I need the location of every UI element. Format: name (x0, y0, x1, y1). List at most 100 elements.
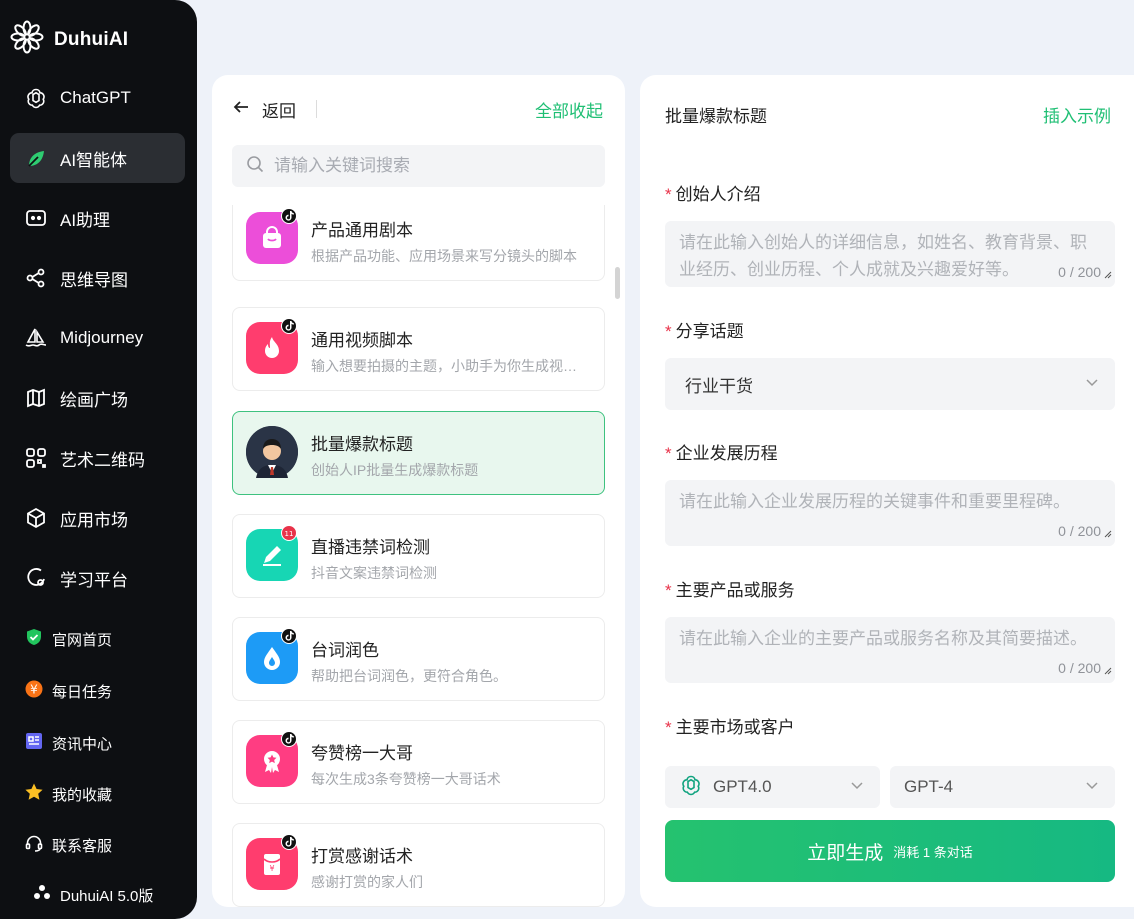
robot-face-icon (24, 206, 48, 230)
products-field-box: 0 / 200 (665, 617, 1115, 683)
nav-ai-assistant[interactable]: AI助理 (10, 193, 185, 243)
nav-painting-square[interactable]: 绘画广场 (10, 373, 185, 423)
agent-card-title: 通用视频脚本 (311, 331, 413, 350)
agent-card-title: 直播违禁词检测 (311, 538, 430, 557)
nav-midjourney[interactable]: Midjourney (10, 313, 185, 363)
nav-label: 思维导图 (60, 270, 128, 290)
insert-example-button[interactable]: 插入示例 (1043, 102, 1111, 127)
agent-card[interactable]: 夸赞榜一大哥 每次生成3条夸赞榜一大哥话术 (232, 720, 605, 804)
subnav-news[interactable]: 资讯中心 (24, 728, 112, 758)
resize-grip-icon[interactable] (1104, 266, 1112, 284)
subnav-label: 联系客服 (52, 837, 113, 855)
tiktok-badge-icon (281, 628, 297, 644)
learning-icon (24, 566, 48, 590)
tiktok-badge-icon (281, 208, 297, 224)
subnav-favorites[interactable]: 我的收藏 (24, 779, 112, 809)
svg-text:¥: ¥ (269, 864, 274, 873)
generate-label: 立即生成 (807, 842, 884, 864)
arrow-left-icon (232, 98, 250, 121)
model-select-right[interactable]: GPT-4 (890, 766, 1115, 808)
search-box (232, 145, 605, 187)
subnav-homepage[interactable]: 官网首页 (24, 624, 112, 654)
agent-card-title: 批量爆款标题 (311, 435, 413, 454)
resize-grip-icon[interactable] (1104, 662, 1112, 680)
nav-art-qrcode[interactable]: 艺术二维码 (10, 433, 185, 483)
required-mark: * (665, 444, 672, 463)
history-textarea[interactable] (665, 480, 1115, 546)
model-right-value: GPT-4 (904, 777, 954, 796)
form-title: 批量爆款标题 (665, 107, 767, 126)
topic-select[interactable]: 行业干货 (665, 358, 1115, 410)
generate-cost: 消耗 1 条对话 (893, 844, 973, 860)
tiktok-badge-icon (281, 834, 297, 850)
leaf-agent-icon (24, 146, 48, 170)
search-input[interactable] (274, 156, 594, 176)
agent-card[interactable]: 产品通用剧本 根据产品功能、应用场景来写分镜头的脚本 (232, 205, 605, 281)
agent-card-desc: 根据产品功能、应用场景来写分镜头的脚本 (311, 248, 577, 264)
collapse-all-button[interactable]: 全部收起 (535, 97, 603, 122)
products-label: * 主要产品或服务 (665, 581, 795, 600)
coin-task-icon: ¥ (24, 679, 44, 704)
subnav-daily-task[interactable]: ¥ 每日任务 (24, 676, 112, 706)
chevron-down-icon (1085, 375, 1099, 394)
tiktok-badge-icon (281, 318, 297, 334)
model-select-left[interactable]: GPT4.0 (665, 766, 880, 808)
header-divider (316, 100, 317, 118)
required-mark: * (665, 581, 672, 600)
nav-label: AI助理 (60, 210, 111, 230)
nav-mindmap[interactable]: 思维导图 (10, 253, 185, 303)
agent-card-title: 台词润色 (311, 641, 379, 660)
nav-label: 应用市场 (60, 510, 128, 530)
resize-grip-icon[interactable] (1104, 525, 1112, 543)
agent-list-panel: 返回 全部收起 产品通用剧本 根据产品功能、应用场景来写分镜头的脚本 (212, 75, 625, 907)
star-icon (24, 782, 44, 807)
generate-button[interactable]: 立即生成 消耗 1 条对话 (665, 820, 1115, 882)
version-info[interactable]: DuhuiAI 5.0版 (32, 883, 153, 908)
history-field-box: 0 / 200 (665, 480, 1115, 546)
chevron-down-icon (850, 778, 864, 797)
founder-label: * 创始人介绍 (665, 185, 761, 204)
agent-card-desc: 每次生成3条夸赞榜一大哥话术 (311, 771, 501, 787)
nav-app-market[interactable]: 应用市场 (10, 493, 185, 543)
agent-card[interactable]: 台词润色 帮助把台词润色，更符合角色。 (232, 617, 605, 701)
nav-label: Midjourney (60, 328, 144, 347)
agent-form-panel: 批量爆款标题 插入示例 *创始人介绍 0 / 200 *分享话题 行业干货 *企… (640, 75, 1134, 907)
agent-card[interactable]: 11 直播违禁词检测 抖音文案违禁词检测 (232, 514, 605, 598)
agent-card-active[interactable]: 批量爆款标题 创始人IP批量生成爆款标题 (232, 411, 605, 495)
nav-label: 学习平台 (60, 570, 128, 590)
back-button[interactable]: 返回 (232, 97, 296, 122)
agent-card-title: 夸赞榜一大哥 (311, 744, 413, 763)
version-label: DuhuiAI 5.0版 (60, 888, 154, 905)
qrcode-icon (24, 446, 48, 470)
model-left-value: GPT4.0 (713, 777, 772, 796)
map-book-icon (24, 386, 48, 410)
news-icon (24, 731, 44, 756)
char-count: 0 / 200 (1058, 660, 1101, 676)
nav-learning[interactable]: 学习平台 (10, 553, 185, 603)
founder-avatar-icon (246, 426, 298, 478)
products-textarea[interactable] (665, 617, 1115, 683)
agent-card[interactable]: ¥ 打赏感谢话术 感谢打赏的家人们 (232, 823, 605, 907)
nav-ai-agent[interactable]: AI智能体 (10, 133, 185, 183)
sailboat-icon (24, 326, 48, 350)
openai-icon (24, 86, 48, 110)
brand[interactable]: DuhuiAI (10, 20, 128, 59)
openai-icon (679, 773, 703, 802)
headset-icon (24, 833, 44, 858)
required-mark: * (665, 718, 672, 737)
nav-label: 艺术二维码 (60, 450, 145, 470)
required-mark: * (665, 322, 672, 341)
nav-chatgpt[interactable]: ChatGPT (10, 73, 185, 123)
nav-label: AI智能体 (60, 150, 128, 170)
flower-logo-icon (10, 20, 44, 59)
agent-card-title: 打赏感谢话术 (311, 847, 413, 866)
founder-textarea[interactable] (665, 221, 1115, 287)
agent-card-desc: 输入想要拍摄的主题，小助手为你生成视频脚本 (311, 358, 586, 374)
agent-card-desc: 创始人IP批量生成爆款标题 (311, 462, 479, 478)
agent-card[interactable]: 通用视频脚本 输入想要拍摄的主题，小助手为你生成视频脚本 (232, 307, 605, 391)
nav-label: ChatGPT (60, 88, 131, 107)
mindmap-icon (24, 266, 48, 290)
subnav-customer-service[interactable]: 联系客服 (24, 830, 112, 860)
list-scrollbar[interactable] (615, 267, 620, 299)
topic-select-value: 行业干货 (685, 376, 753, 396)
